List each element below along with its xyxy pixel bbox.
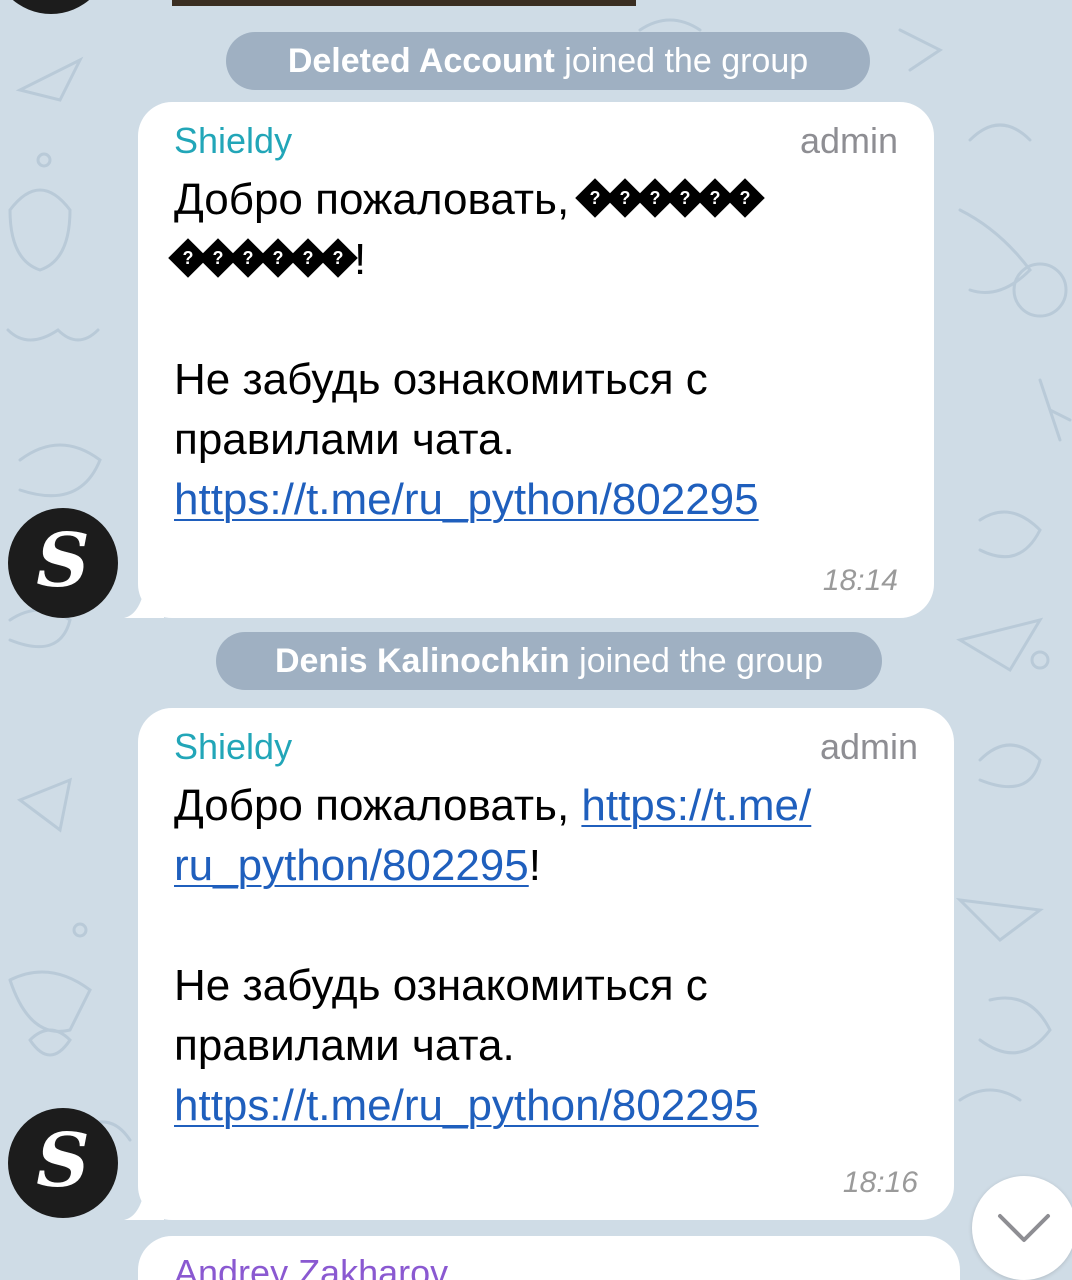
greeting-text: Добро пожаловать, xyxy=(174,781,582,830)
reminder-line: Не забудь ознакомиться с xyxy=(174,355,708,404)
scroll-down-button[interactable] xyxy=(972,1176,1072,1280)
message-sender[interactable]: Andrey Zakharov xyxy=(174,1252,448,1280)
message-time: 18:14 xyxy=(822,564,898,597)
chevron-down-icon xyxy=(998,1214,1050,1242)
greeting-text: Добро пожаловать, xyxy=(174,175,582,224)
service-user-name[interactable]: Denis Kalinochkin xyxy=(275,642,570,680)
message-role-badge: admin xyxy=(819,726,918,767)
garbled-name-second: ?????? xyxy=(168,235,358,284)
bubble-tail xyxy=(124,1180,164,1220)
greeting-link[interactable]: ru_python/802295 xyxy=(174,841,529,890)
reminder-line: правилами чата. xyxy=(174,415,515,464)
service-user-name[interactable]: Deleted Account xyxy=(288,42,555,80)
service-action: joined the group xyxy=(564,42,809,80)
exclaim: ! xyxy=(528,841,541,890)
service-message-joined: Deleted Account joined the group xyxy=(226,32,870,90)
message-role-badge: admin xyxy=(799,120,898,161)
message-time: 18:16 xyxy=(842,1166,918,1199)
rules-link[interactable]: https://t.me/ru_python/802295 xyxy=(174,475,759,524)
service-action: joined the group xyxy=(579,642,824,680)
avatar-shieldy[interactable]: S xyxy=(8,508,118,618)
message-text: Добро пожаловать, ?????? ??????! Не забу… xyxy=(168,170,766,530)
reminder-line: Не забудь ознакомиться с xyxy=(174,961,708,1010)
service-message-joined: Denis Kalinochkin joined the group xyxy=(216,632,882,690)
avatar-shieldy[interactable]: S xyxy=(8,1108,118,1218)
message-text: Добро пожаловать, https://t.me/ ru_pytho… xyxy=(174,776,811,1136)
greeting-link[interactable]: https://t.me/ xyxy=(581,781,811,830)
garbled-name-first: ?????? xyxy=(575,175,766,224)
message-sender[interactable]: Shieldy xyxy=(174,120,292,162)
message-bubble-next[interactable]: Andrey Zakharov xyxy=(138,1236,960,1280)
reminder-line: правилами чата. xyxy=(174,1021,515,1070)
message-bubble[interactable]: Shieldy admin Добро пожаловать, ?????? ?… xyxy=(138,102,934,618)
rules-link[interactable]: https://t.me/ru_python/802295 xyxy=(174,1081,759,1130)
bubble-tail xyxy=(124,578,164,618)
message-bubble[interactable]: Shieldy admin Добро пожаловать, https://… xyxy=(138,708,954,1220)
message-sender[interactable]: Shieldy xyxy=(174,726,292,768)
previous-media[interactable] xyxy=(172,0,636,6)
